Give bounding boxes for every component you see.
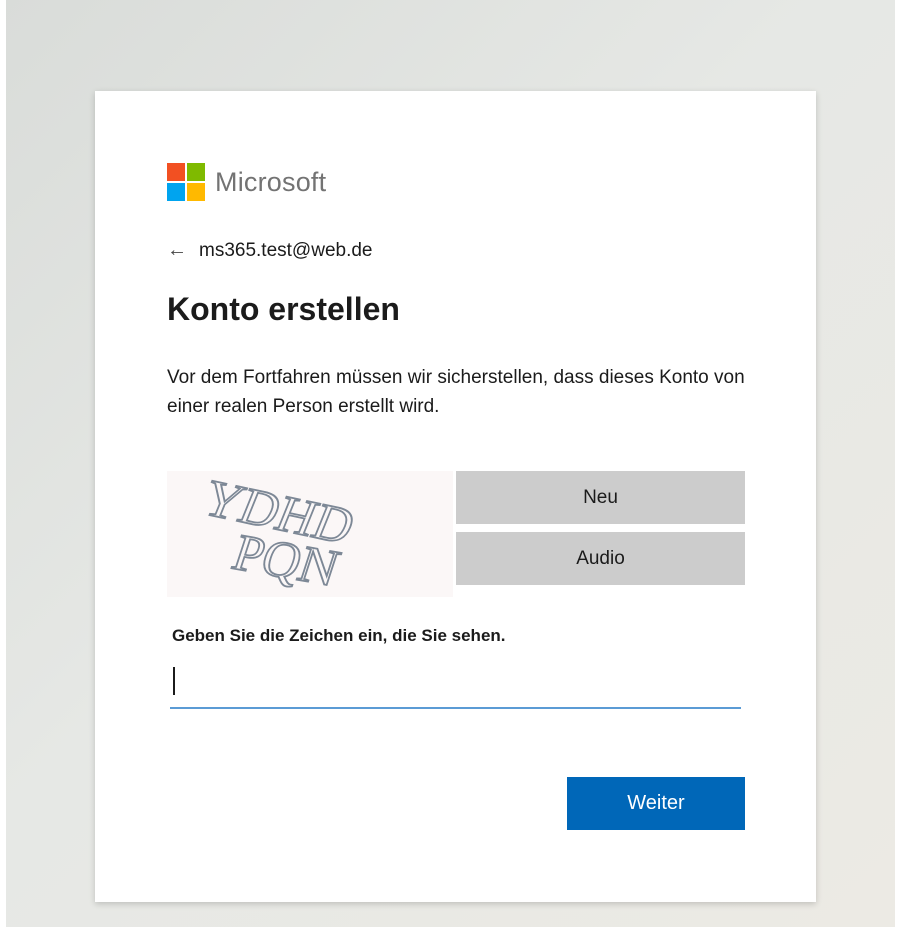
logo-square-yellow <box>187 183 205 201</box>
page-title: Konto erstellen <box>167 291 400 327</box>
window-frame-right <box>895 0 901 927</box>
captcha-input-label: Geben Sie die Zeichen ein, die Sie sehen… <box>172 626 506 645</box>
identity-banner: ← ms365.test@web.de <box>167 239 373 262</box>
captcha-input[interactable] <box>170 661 741 709</box>
logo-square-green <box>187 163 205 181</box>
identity-email: ms365.test@web.de <box>199 239 373 261</box>
microsoft-logo-icon <box>167 163 205 201</box>
signup-card: Microsoft ← ms365.test@web.de Konto erst… <box>95 91 816 902</box>
captcha-new-button[interactable]: Neu <box>456 471 745 524</box>
microsoft-logo: Microsoft <box>167 163 326 201</box>
captcha-image: YDHD PQN <box>167 471 453 597</box>
next-button[interactable]: Weiter <box>567 777 745 830</box>
window-frame-left <box>0 0 6 927</box>
logo-square-red <box>167 163 185 181</box>
captcha-audio-button[interactable]: Audio <box>456 532 745 585</box>
arrow-left-icon[interactable]: ← <box>167 239 187 262</box>
logo-square-blue <box>167 183 185 201</box>
page-description: Vor dem Fortfahren müssen wir sicherstel… <box>167 367 745 417</box>
brand-name: Microsoft <box>215 166 327 197</box>
text-cursor <box>173 667 175 695</box>
